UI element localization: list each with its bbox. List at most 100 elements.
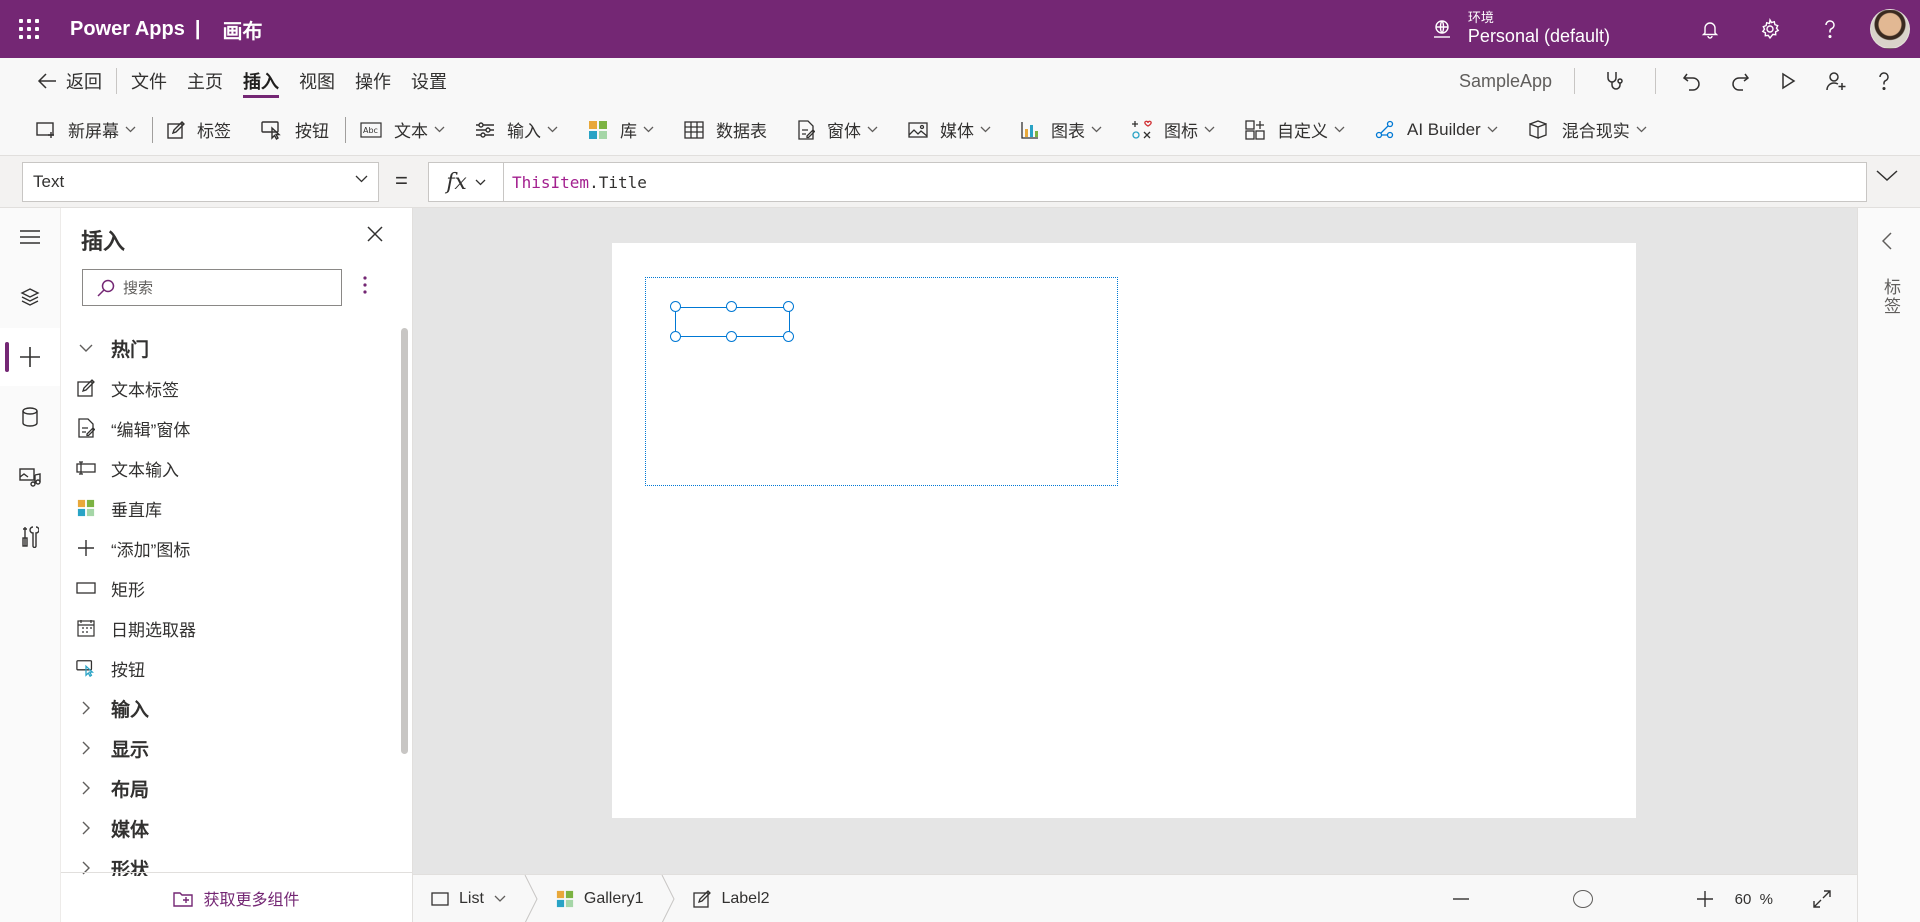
list-item[interactable]: “添加”图标 xyxy=(61,528,401,568)
environment-name: Personal (default) xyxy=(1467,26,1610,47)
menu-view[interactable]: 视图 xyxy=(289,58,345,104)
formula-member: .Title xyxy=(589,172,647,192)
list-item[interactable]: 矩形 xyxy=(61,568,401,608)
notifications-button[interactable] xyxy=(1680,0,1740,58)
mixed-reality-menu-label: 混合现实 xyxy=(1561,122,1630,141)
custom-components-icon xyxy=(1245,119,1265,140)
environment-picker[interactable]: 环境 Personal (default) xyxy=(1430,10,1610,47)
help-button[interactable] xyxy=(1800,0,1860,58)
breadcrumb-label-control[interactable]: Label2 xyxy=(675,875,787,922)
list-item[interactable]: 按钮 xyxy=(61,648,401,688)
back-button[interactable]: 返回 xyxy=(26,58,112,104)
menu-home[interactable]: 主页 xyxy=(177,58,233,104)
list-item[interactable]: 文本标签 xyxy=(61,368,401,408)
more-options-icon[interactable] xyxy=(363,276,367,294)
menu-file[interactable]: 文件 xyxy=(121,58,177,104)
charts-menu-button[interactable]: 图表 xyxy=(1021,117,1102,142)
resize-handle[interactable] xyxy=(783,301,794,312)
zoom-in-icon[interactable] xyxy=(1696,891,1713,907)
property-value: Text xyxy=(33,172,65,191)
expand-formula-icon[interactable] xyxy=(1876,170,1898,182)
category-layout[interactable]: 布局 xyxy=(61,768,401,808)
category-display[interactable]: 显示 xyxy=(61,728,401,768)
menu-action[interactable]: 操作 xyxy=(345,58,401,104)
property-dropdown[interactable]: Text xyxy=(22,162,379,202)
get-more-components-link[interactable]: 获取更多组件 xyxy=(61,872,412,922)
zoom-unit: % xyxy=(1759,890,1773,908)
menu-divider xyxy=(1574,68,1575,94)
canvas-area[interactable] xyxy=(413,208,1857,874)
section-name: 画布 xyxy=(222,20,263,43)
button-button[interactable]: 按钮 xyxy=(261,117,329,142)
media-menu-button[interactable]: 媒体 xyxy=(908,117,991,142)
menu-settings[interactable]: 设置 xyxy=(401,58,457,104)
list-item[interactable]: 日期选取器 xyxy=(61,608,401,648)
panel-scrollbar[interactable] xyxy=(401,328,408,754)
button-control-icon xyxy=(261,120,281,140)
settings-button[interactable] xyxy=(1740,0,1800,58)
resize-handle[interactable] xyxy=(670,331,681,342)
new-screen-button[interactable]: 新屏幕 xyxy=(36,117,136,142)
tools-icon xyxy=(22,526,39,548)
breadcrumb-label: Label2 xyxy=(721,889,770,907)
ai-builder-menu-button[interactable]: AI Builder xyxy=(1375,120,1498,140)
form-menu-button[interactable]: 窗体 xyxy=(797,117,878,142)
insert-pane-button[interactable] xyxy=(0,328,60,386)
zoom-out-icon[interactable] xyxy=(1452,898,1469,900)
preview-play-button[interactable] xyxy=(1764,58,1812,104)
resize-handle[interactable] xyxy=(726,301,737,312)
hamburger-menu-button[interactable] xyxy=(0,208,60,266)
rectangle-icon xyxy=(76,582,96,594)
undo-button[interactable] xyxy=(1668,58,1716,104)
input-menu-label: 输入 xyxy=(507,122,541,141)
list-item[interactable]: 文本输入 xyxy=(61,448,401,488)
gallery-icon xyxy=(589,120,607,139)
breadcrumb-gallery[interactable]: Gallery1 xyxy=(538,875,662,922)
layers-icon xyxy=(20,288,40,306)
tools-pane-button[interactable] xyxy=(0,508,60,566)
resize-handle[interactable] xyxy=(726,331,737,342)
list-item[interactable]: 垂直库 xyxy=(61,488,401,528)
redo-icon xyxy=(1732,73,1750,91)
category-input[interactable]: 输入 xyxy=(61,688,401,728)
input-menu-button[interactable]: 输入 xyxy=(475,117,558,142)
chevron-left-icon[interactable] xyxy=(1882,232,1892,250)
breadcrumb-screen[interactable]: List xyxy=(413,875,524,922)
search-input[interactable]: 搜索 xyxy=(82,269,342,306)
gallery-menu-button[interactable]: 库 xyxy=(588,117,654,142)
media-pane-button[interactable] xyxy=(0,448,60,506)
resize-handle[interactable] xyxy=(670,301,681,312)
share-button[interactable] xyxy=(1812,58,1860,104)
app-launcher-button[interactable] xyxy=(0,0,58,58)
close-icon[interactable] xyxy=(367,226,383,242)
mixed-reality-menu-button[interactable]: 混合现实 xyxy=(1528,117,1647,142)
zoom-slider-thumb[interactable] xyxy=(1572,890,1593,908)
database-icon xyxy=(22,407,38,427)
category-media[interactable]: 媒体 xyxy=(61,808,401,848)
custom-menu-button[interactable]: 自定义 xyxy=(1245,117,1345,142)
resize-handle[interactable] xyxy=(783,331,794,342)
menu-insert[interactable]: 插入 xyxy=(233,58,289,104)
function-picker-button[interactable]: fx xyxy=(429,163,504,201)
list-item[interactable]: “编辑”窗体 xyxy=(61,408,401,448)
category-popular[interactable]: 热门 xyxy=(61,328,401,368)
redo-button[interactable] xyxy=(1716,58,1764,104)
chevron-right-icon xyxy=(82,741,90,755)
title-separator: | xyxy=(194,17,201,40)
zoom-slider[interactable] xyxy=(1452,875,1713,922)
formula-input[interactable]: fx ThisItem.Title xyxy=(428,162,1867,202)
label-button[interactable]: 标签 xyxy=(167,117,231,142)
help-menu-button[interactable] xyxy=(1860,58,1908,104)
data-pane-button[interactable] xyxy=(0,388,60,446)
category-label: 媒体 xyxy=(111,819,150,841)
app-checker-button[interactable] xyxy=(1591,58,1639,104)
fit-to-window-icon[interactable] xyxy=(1813,890,1831,908)
tree-view-button[interactable] xyxy=(0,268,60,326)
data-table-button[interactable]: 数据表 xyxy=(684,117,767,142)
icons-menu-button[interactable]: 图标 xyxy=(1132,117,1215,142)
ai-builder-icon xyxy=(1375,120,1394,138)
user-avatar[interactable] xyxy=(1870,9,1910,49)
text-menu-button[interactable]: Abc 文本 xyxy=(360,117,445,142)
edit-label-icon xyxy=(77,379,95,397)
breadcrumb-separator xyxy=(662,874,676,922)
